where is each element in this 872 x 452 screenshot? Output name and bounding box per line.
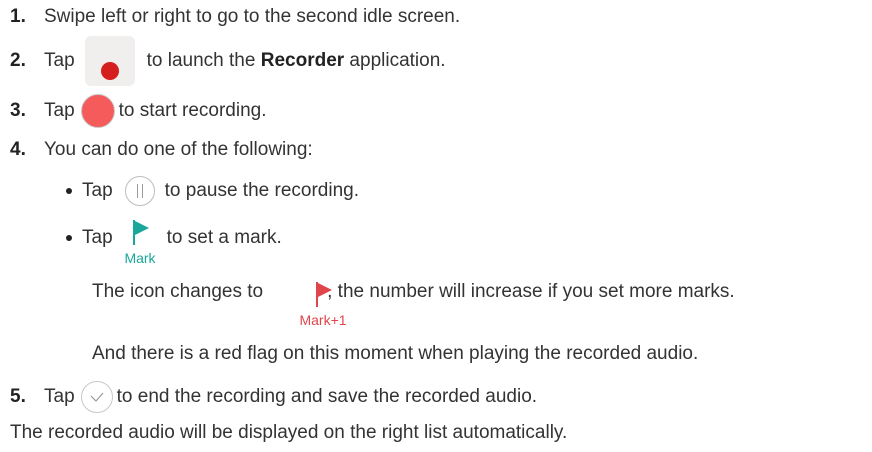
footer-text: The recorded audio will be displayed on … <box>10 422 568 443</box>
step-text-pre: Tap <box>44 100 75 121</box>
red-flag-note: And there is a red flag on this moment w… <box>92 340 698 368</box>
record-button-icon <box>80 94 115 128</box>
step-number: 2. <box>10 50 26 71</box>
step-text: You can do one of the following: <box>44 139 313 160</box>
step-number: 5. <box>10 386 26 407</box>
step-number: 1. <box>10 6 26 27</box>
flag-svg <box>133 220 149 245</box>
bullet-pause: Tap to pause the recording. <box>66 175 359 207</box>
bullet-text-pre: Tap <box>82 227 113 248</box>
bullet-dot <box>66 235 72 241</box>
step-text-post: to launch the <box>146 50 261 71</box>
step-number: 4. <box>10 139 26 160</box>
flag-svg <box>316 282 332 307</box>
bullet-text-post: to set a mark. <box>166 227 282 248</box>
note-text-pre: The icon changes to <box>92 281 264 302</box>
bullet-mark: Tap to set a mark. <box>66 224 282 252</box>
mark-note: The icon changes to , the number will in… <box>92 278 735 306</box>
step-number: 3. <box>10 100 26 121</box>
step-text-post: to end the recording and save the record… <box>116 386 538 407</box>
step-text: Swipe left or right to go to the second … <box>44 6 461 27</box>
step-1: 1. Swipe left or right to go to the seco… <box>10 3 460 31</box>
step-text-post: to start recording. <box>118 100 267 121</box>
bullet-dot <box>66 188 72 194</box>
step-5: 5. Tap to end the recording and save the… <box>10 381 537 413</box>
footer-note: The recorded audio will be displayed on … <box>10 419 567 447</box>
recorder-app-icon <box>84 36 135 86</box>
pause-icon <box>124 176 155 206</box>
app-name: Recorder <box>260 50 345 71</box>
check-circle-icon <box>80 381 113 413</box>
step-3: 3. Tap to start recording. <box>10 94 266 128</box>
check-svg <box>90 392 104 402</box>
mark-flag-icon: Mark <box>118 216 162 266</box>
step-text-pre: Tap <box>44 50 75 71</box>
mark-label: Mark <box>124 250 156 266</box>
mark-plus-label: Mark+1 <box>299 312 347 328</box>
bullet-text-pre: Tap <box>82 180 113 201</box>
note-text-post: , the number will increase if you set mo… <box>327 281 735 302</box>
step-4: 4. You can do one of the following: <box>10 136 313 164</box>
step-text-post: application. <box>344 50 446 71</box>
step-2: 2. Tap to launch the Recorder applicatio… <box>10 36 446 86</box>
mark-flag-red-icon: Mark+1 <box>295 278 351 328</box>
step-text-pre: Tap <box>44 386 75 407</box>
bullet-text-post: to pause the recording. <box>164 180 359 201</box>
note-text: And there is a red flag on this moment w… <box>92 343 699 364</box>
